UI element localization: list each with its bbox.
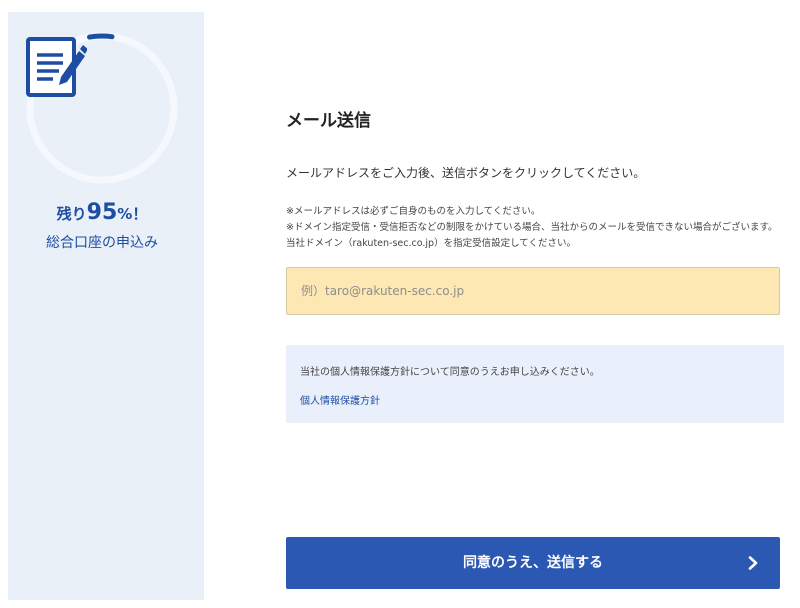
agree-and-send-button[interactable]: 同意のうえ、送信する bbox=[286, 537, 780, 589]
note-domain-settings: ※ドメイン指定受信・受信拒否などの制限をかけている場合、当社からのメールを受信で… bbox=[286, 222, 778, 249]
privacy-policy-box: 当社の個人情報保護方針について同意のうえお申し込みください。 個人情報保護方針 bbox=[286, 345, 784, 423]
note-own-email: ※メールアドレスは必ずご自身のものを入力してください。 bbox=[286, 206, 541, 217]
email-input[interactable] bbox=[286, 267, 780, 315]
progress-ring bbox=[25, 31, 179, 185]
remaining-number: 95 bbox=[86, 200, 118, 225]
instruction-text: メールアドレスをご入力後、送信ボタンをクリックしてください。 bbox=[286, 166, 646, 180]
chevron-right-icon bbox=[748, 556, 758, 570]
application-title: 総合口座の申込み bbox=[46, 235, 158, 251]
page-title: メール送信 bbox=[286, 111, 371, 131]
document-edit-icon bbox=[26, 37, 87, 97]
agree-and-send-label: 同意のうえ、送信する bbox=[463, 555, 603, 571]
remaining-suffix: %！ bbox=[117, 205, 148, 223]
remaining-prefix: 残り bbox=[56, 205, 87, 223]
progress-sidebar: 残り95%！ 総合口座の申込み bbox=[8, 12, 204, 600]
privacy-policy-text: 当社の個人情報保護方針について同意のうえお申し込みください。 bbox=[300, 367, 600, 378]
privacy-policy-link[interactable]: 個人情報保護方針 bbox=[300, 392, 380, 407]
remaining-progress-text: 残り95%！ bbox=[8, 200, 196, 225]
email-notes: ※メールアドレスは必ずご自身のものを入力してください。 ※ドメイン指定受信・受信… bbox=[286, 204, 786, 252]
email-form-section: メール送信 メールアドレスをご入力後、送信ボタンをクリックしてください。 ※メー… bbox=[286, 0, 786, 608]
